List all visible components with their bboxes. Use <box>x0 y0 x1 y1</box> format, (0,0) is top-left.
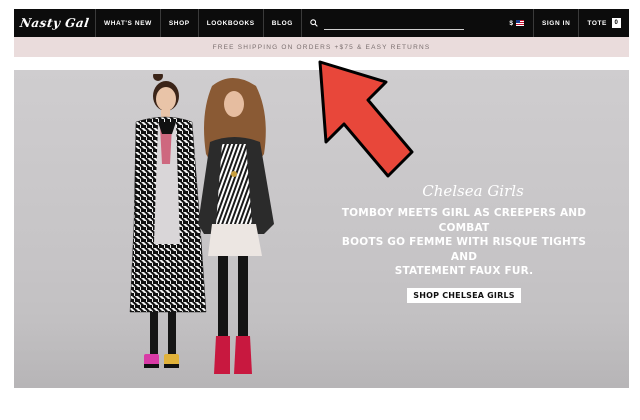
nav-item-blog[interactable]: BLOG <box>264 9 302 37</box>
hero-headline-line: BOOTS GO FEMME WITH RISQUE TIGHTS AND <box>341 236 587 263</box>
promo-banner[interactable]: FREE SHIPPING ON ORDERS +$75 & EASY RETU… <box>14 37 629 57</box>
us-flag-icon <box>515 20 524 26</box>
nasty-gal-logo[interactable]: Nasty Gal <box>14 9 96 37</box>
logo-text: Nasty Gal <box>18 16 91 30</box>
nav-item-whats-new[interactable]: WHAT'S NEW <box>96 9 161 37</box>
search-input[interactable] <box>323 16 464 30</box>
nav-item-shop[interactable]: SHOP <box>161 9 199 37</box>
studio-floor <box>14 318 629 388</box>
search-area <box>302 9 464 37</box>
annotation-arrow-icon <box>318 60 414 178</box>
currency-selector[interactable]: $ <box>500 9 534 37</box>
tote-button[interactable]: TOTE 0 <box>579 9 629 37</box>
hero-headline-line: STATEMENT FAUX FUR. <box>394 265 534 277</box>
promo-text: FREE SHIPPING ON ORDERS +$75 & EASY RETU… <box>212 43 431 51</box>
currency-symbol: $ <box>509 19 513 27</box>
model-left <box>129 74 207 368</box>
shop-chelsea-girls-button[interactable]: SHOP CHELSEA GIRLS <box>407 287 521 303</box>
hero-headline-line: TOMBOY MEETS GIRL AS CREEPERS AND COMBAT <box>341 207 587 234</box>
hero-photo-models <box>129 74 274 374</box>
tote-label: TOTE <box>587 19 607 27</box>
model-right <box>198 78 274 374</box>
tote-count-badge: 0 <box>612 18 621 28</box>
top-nav-bar: Nasty Gal WHAT'S NEW SHOP LOOKBOOKS BLOG… <box>14 9 629 37</box>
sign-in-link[interactable]: SIGN IN <box>534 9 580 37</box>
hero-headline: TOMBOY MEETS GIRL AS CREEPERS AND COMBAT… <box>334 206 594 279</box>
search-icon[interactable] <box>310 19 318 27</box>
hero-text-block: Chelsea Girls TOMBOY MEETS GIRL AS CREEP… <box>334 182 594 303</box>
nav-item-lookbooks[interactable]: LOOKBOOKS <box>199 9 264 37</box>
